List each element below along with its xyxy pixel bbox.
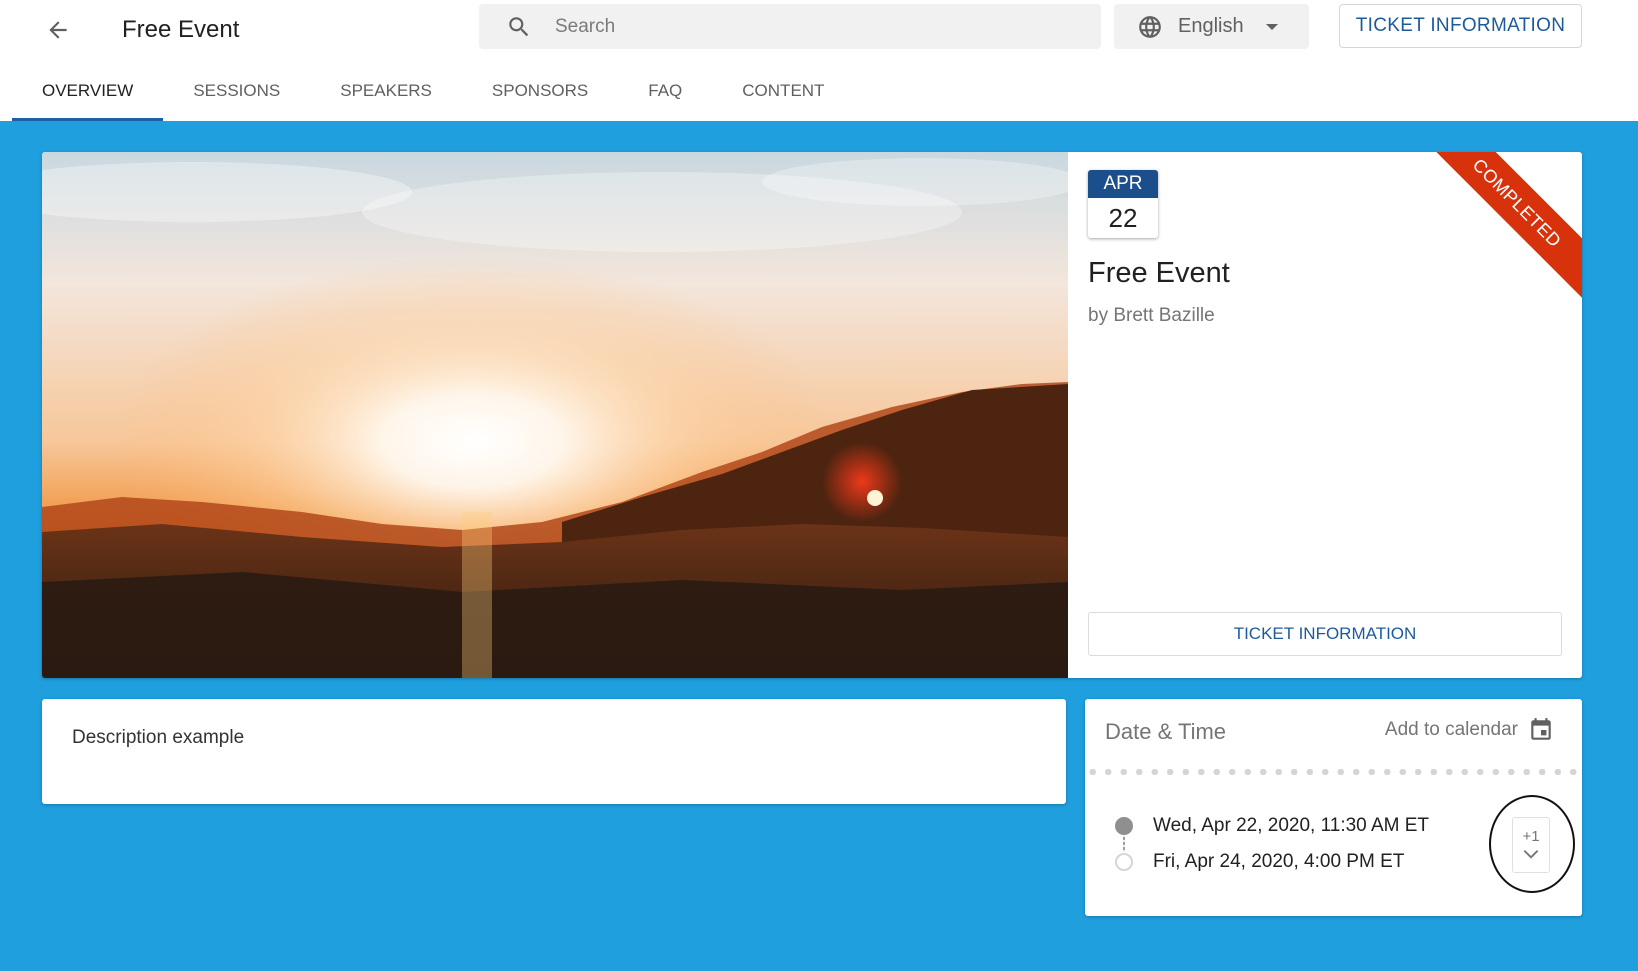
start-marker-icon <box>1115 817 1133 835</box>
end-datetime: Fri, Apr 24, 2020, 4:00 PM ET <box>1153 851 1405 872</box>
event-date-day: 22 <box>1108 203 1138 233</box>
tab-bar: OVERVIEW SESSIONS SPEAKERS SPONSORS FAQ … <box>12 68 854 121</box>
end-marker-icon <box>1115 853 1133 871</box>
language-selector[interactable]: English <box>1114 4 1309 49</box>
calendar-icon <box>1531 718 1551 740</box>
tab-faq[interactable]: FAQ <box>618 68 712 121</box>
end-datetime-row: Fri, Apr 24, 2020, 4:00 PM ET <box>1115 851 1404 873</box>
highlight-annotation-circle <box>1489 795 1575 893</box>
status-ribbon: COMPLETED <box>1413 152 1582 307</box>
add-to-calendar-button[interactable]: Add to calendar <box>1385 717 1554 743</box>
search-icon <box>505 13 533 41</box>
tab-overview[interactable]: OVERVIEW <box>12 68 164 121</box>
date-time-title: Date & Time <box>1105 719 1227 744</box>
language-label: English <box>1178 15 1244 37</box>
description-card: Description example <box>42 699 1066 804</box>
timeline-connector <box>1123 836 1125 852</box>
event-cover-image <box>42 152 1068 678</box>
event-date-month: APR <box>1088 170 1158 198</box>
search-input[interactable] <box>555 15 1075 38</box>
search-bar[interactable] <box>479 4 1101 49</box>
event-organizer: by Brett Bazille <box>1088 305 1215 326</box>
ticket-information-button[interactable]: TICKET INFORMATION <box>1088 612 1562 656</box>
event-name: Free Event <box>1088 257 1230 289</box>
tab-content[interactable]: CONTENT <box>712 68 854 121</box>
caret-down-icon <box>1265 23 1278 30</box>
globe-icon <box>1136 13 1164 41</box>
event-info-panel: APR 22 Free Event by Brett Bazille COMPL… <box>1068 152 1582 678</box>
dotted-divider <box>1085 769 1582 775</box>
start-datetime: Wed, Apr 22, 2020, 11:30 AM ET <box>1153 815 1430 836</box>
back-button[interactable] <box>38 10 78 50</box>
top-app-bar: Free Event English TICKET INFORMATION OV… <box>0 0 1638 121</box>
page-title: Free Event <box>122 16 240 43</box>
start-datetime-row: Wed, Apr 22, 2020, 11:30 AM ET <box>1115 815 1429 837</box>
arrow-left-icon <box>49 21 67 39</box>
tab-speakers[interactable]: SPEAKERS <box>310 68 462 121</box>
event-hero-card: APR 22 Free Event by Brett Bazille COMPL… <box>42 152 1582 678</box>
description-text: Description example <box>72 727 245 748</box>
add-to-calendar-label: Add to calendar <box>1384 719 1518 740</box>
tab-sessions[interactable]: SESSIONS <box>163 68 310 121</box>
ticket-information-button-header[interactable]: TICKET INFORMATION <box>1339 4 1582 48</box>
event-date-badge: APR 22 <box>1088 170 1158 238</box>
tab-sponsors[interactable]: SPONSORS <box>462 68 618 121</box>
